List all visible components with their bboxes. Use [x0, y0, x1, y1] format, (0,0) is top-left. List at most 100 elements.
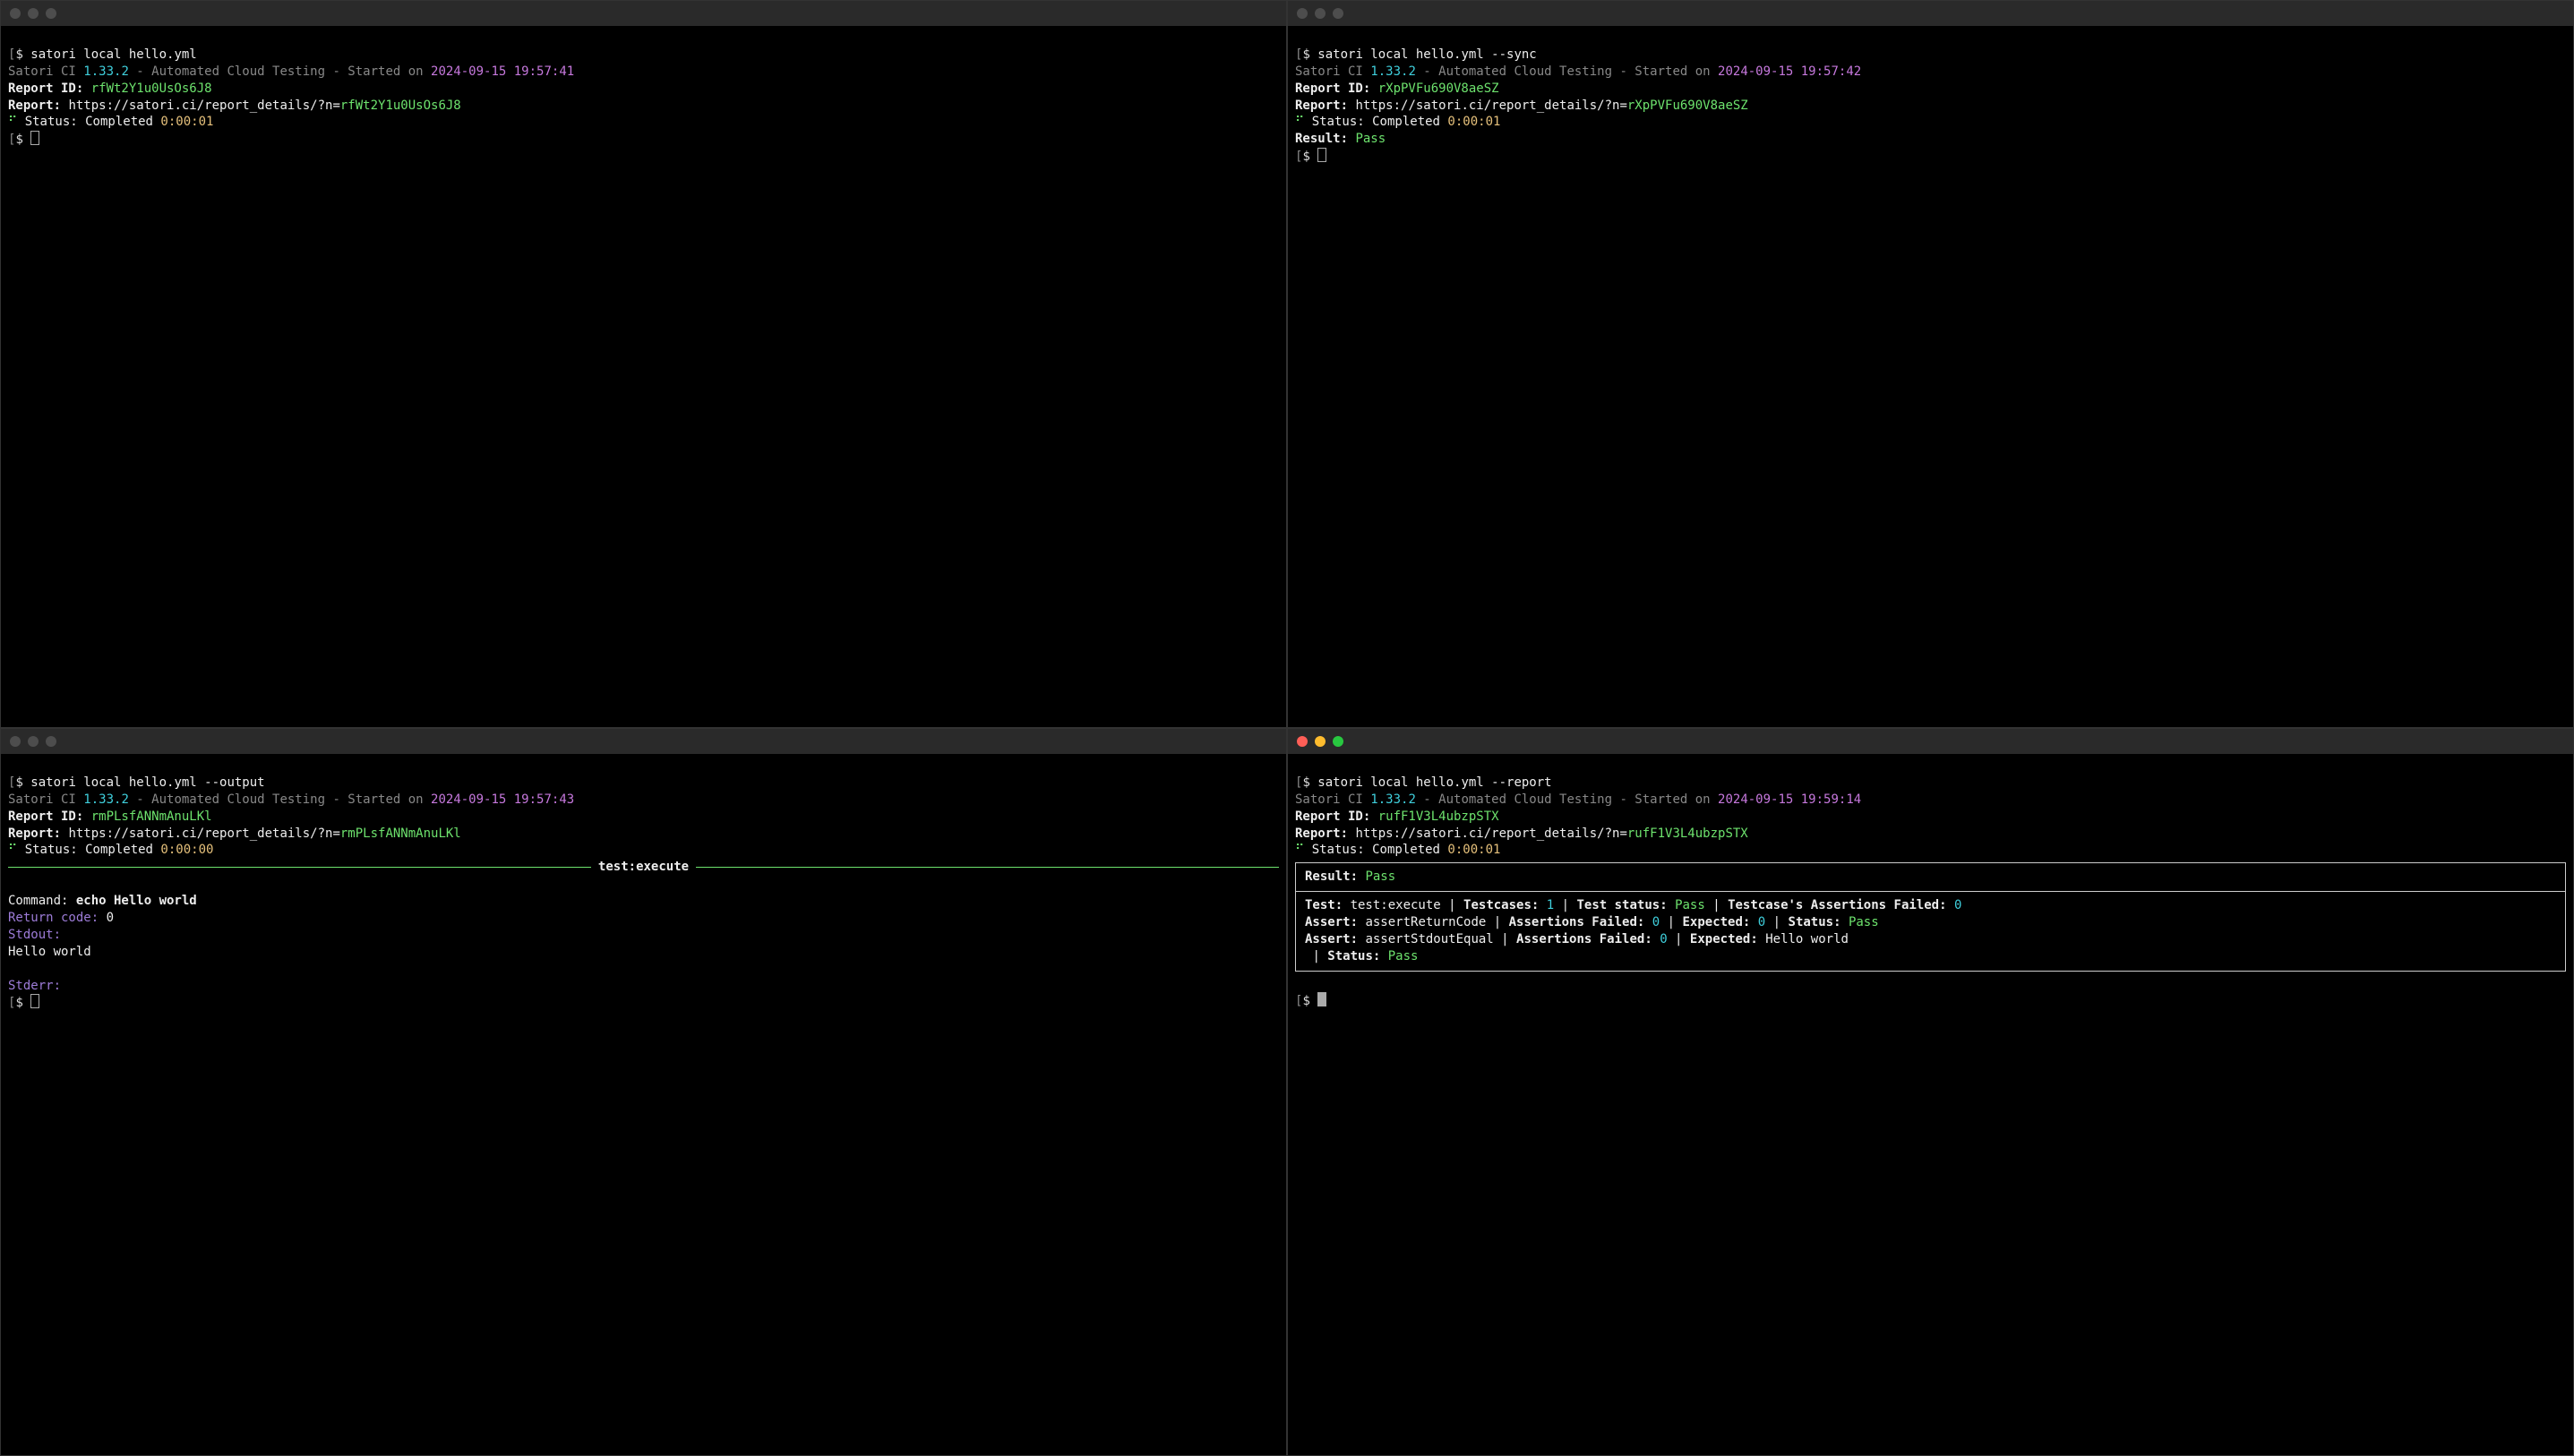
- expected-value: Hello world: [1765, 932, 1849, 946]
- command-text: satori local hello.yml: [30, 47, 196, 62]
- minimize-icon[interactable]: [28, 736, 39, 747]
- terminal-output[interactable]: [$ satori local hello.yml --sync Satori …: [1288, 26, 2573, 727]
- test-label: Test:: [1305, 898, 1351, 912]
- stderr-label: Stderr:: [8, 979, 61, 993]
- banner-mid: - Automated Cloud Testing - Started on: [1416, 64, 1718, 79]
- report-id-value: rfWt2Y1u0UsOs6J8: [91, 81, 212, 96]
- command-text: satori local hello.yml --report: [1317, 775, 1551, 790]
- divider-line-icon: [8, 867, 591, 868]
- assert-label: Assert:: [1305, 932, 1365, 946]
- report-label: Report:: [8, 826, 68, 841]
- zoom-icon[interactable]: [1333, 736, 1343, 747]
- status-time: 0:00:01: [160, 115, 213, 129]
- report-url-id: rXpPVFu690V8aeSZ: [1627, 98, 1748, 113]
- report-id-label: Report ID:: [1295, 81, 1378, 96]
- prompt-symbol: $: [1302, 47, 1317, 62]
- minimize-icon[interactable]: [28, 8, 39, 19]
- separator: |: [1305, 949, 1327, 964]
- report-id-value: rufF1V3L4ubzpSTX: [1378, 809, 1499, 824]
- test-name: test:execute: [1351, 898, 1441, 912]
- titlebar[interactable]: [1, 1, 1286, 26]
- terminal-output[interactable]: [$ satori local hello.yml --report Sator…: [1288, 754, 2573, 1455]
- terminal-output[interactable]: [$ satori local hello.yml --output Sator…: [1, 754, 1286, 1455]
- spinner-icon: ⠋: [8, 843, 17, 857]
- separator: |: [1486, 915, 1508, 929]
- assert-name: assertStdoutEqual: [1365, 932, 1493, 946]
- report-url-id: rfWt2Y1u0UsOs6J8: [340, 98, 461, 113]
- separator: |: [1441, 898, 1463, 912]
- status-label: Status: Completed: [17, 843, 160, 857]
- status-label: Status: Completed: [1304, 115, 1447, 129]
- prompt-symbol: $: [1302, 775, 1317, 790]
- titlebar[interactable]: [1, 729, 1286, 754]
- assert-label: Assert:: [1305, 915, 1365, 929]
- banner-version: 1.33.2: [83, 64, 129, 79]
- close-icon[interactable]: [1297, 736, 1308, 747]
- assertions-failed-label: Assertions Failed:: [1516, 932, 1660, 946]
- banner-prefix: Satori CI: [8, 64, 83, 79]
- spinner-icon: ⠋: [1295, 115, 1304, 129]
- banner-timestamp: 2024-09-15 19:57:41: [431, 64, 574, 79]
- banner-mid: - Automated Cloud Testing - Started on: [129, 792, 431, 807]
- report-label: Report:: [1295, 826, 1355, 841]
- report-label: Report:: [8, 98, 68, 113]
- section-divider: test:execute: [8, 859, 1279, 876]
- banner-prefix: Satori CI: [1295, 64, 1370, 79]
- report-box: Result: PassTest: test:execute | Testcas…: [1295, 862, 2566, 971]
- result-value: Pass: [1355, 132, 1386, 146]
- stdout-value: Hello world: [8, 945, 91, 959]
- divider-line-icon: [696, 867, 1279, 868]
- banner-prefix: Satori CI: [1295, 792, 1370, 807]
- status-label: Status:: [1789, 915, 1849, 929]
- status-label: Status: Completed: [17, 115, 160, 129]
- test-status-value: Pass: [1675, 898, 1705, 912]
- titlebar[interactable]: [1288, 729, 2573, 754]
- banner-timestamp: 2024-09-15 19:57:43: [431, 792, 574, 807]
- banner-timestamp: 2024-09-15 19:59:14: [1718, 792, 1861, 807]
- zoom-icon[interactable]: [1333, 8, 1343, 19]
- command-text: satori local hello.yml --output: [30, 775, 264, 790]
- testcase-assertions-failed-value: 0: [1954, 898, 1961, 912]
- prompt-symbol: $: [1302, 994, 1317, 1008]
- command-text: satori local hello.yml --sync: [1317, 47, 1536, 62]
- minimize-icon[interactable]: [1315, 736, 1326, 747]
- expected-label: Expected:: [1682, 915, 1757, 929]
- assertions-failed-label: Assertions Failed:: [1509, 915, 1652, 929]
- stdout-label: Stdout:: [8, 928, 61, 942]
- terminal-pane-top-right: [$ satori local hello.yml --sync Satori …: [1287, 0, 2574, 728]
- close-icon[interactable]: [1297, 8, 1308, 19]
- terminal-output[interactable]: [$ satori local hello.yml Satori CI 1.33…: [1, 26, 1286, 727]
- status-label: Status: Completed: [1304, 843, 1447, 857]
- report-id-value: rXpPVFu690V8aeSZ: [1378, 81, 1499, 96]
- banner-mid: - Automated Cloud Testing - Started on: [129, 64, 431, 79]
- testcases-value: 1: [1547, 898, 1554, 912]
- close-icon[interactable]: [10, 736, 21, 747]
- spinner-icon: ⠋: [8, 115, 17, 129]
- prompt-symbol: $: [1302, 150, 1317, 164]
- report-id-label: Report ID:: [1295, 809, 1378, 824]
- terminal-pane-top-left: [$ satori local hello.yml Satori CI 1.33…: [0, 0, 1287, 728]
- command-value: echo Hello world: [76, 894, 197, 908]
- report-url-base: https://satori.ci/report_details/?n=: [1355, 826, 1626, 841]
- titlebar[interactable]: [1288, 1, 2573, 26]
- banner-prefix: Satori CI: [8, 792, 83, 807]
- expected-label: Expected:: [1690, 932, 1765, 946]
- report-id-label: Report ID:: [8, 809, 91, 824]
- return-code-label: Return code:: [8, 911, 107, 925]
- terminal-pane-bottom-right: [$ satori local hello.yml --report Sator…: [1287, 728, 2574, 1456]
- prompt-symbol: $: [15, 996, 30, 1010]
- status-time: 0:00:01: [1447, 115, 1500, 129]
- minimize-icon[interactable]: [1315, 8, 1326, 19]
- banner-mid: - Automated Cloud Testing - Started on: [1416, 792, 1718, 807]
- banner-version: 1.33.2: [83, 792, 129, 807]
- separator: |: [1765, 915, 1788, 929]
- zoom-icon[interactable]: [46, 8, 56, 19]
- zoom-icon[interactable]: [46, 736, 56, 747]
- close-icon[interactable]: [10, 8, 21, 19]
- command-label: Command:: [8, 894, 76, 908]
- cursor-icon: [30, 131, 39, 145]
- testcase-assertions-failed-label: Testcase's Assertions Failed:: [1728, 898, 1954, 912]
- terminal-grid: [$ satori local hello.yml Satori CI 1.33…: [0, 0, 2574, 1456]
- status-value: Pass: [1388, 949, 1419, 964]
- result-value: Pass: [1365, 869, 1395, 884]
